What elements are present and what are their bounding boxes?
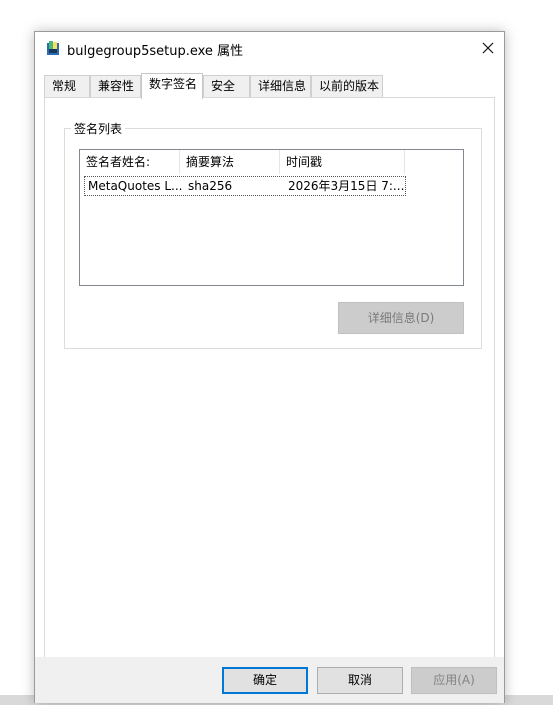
dialog-button-bar: 确定 取消 应用(A) (35, 657, 504, 703)
signature-list-group: 签名列表 签名者姓名: 摘要算法 时间戳 MetaQuotes L... sha… (64, 120, 482, 349)
column-header-timestamp[interactable]: 时间戳 (280, 150, 405, 174)
desktop-background-right (505, 0, 553, 705)
properties-dialog: bulgegroup5setup.exe 属性 常规 兼容性 数字签名 安全 详… (34, 31, 505, 703)
ok-button[interactable]: 确定 (222, 667, 308, 694)
close-icon (482, 42, 494, 54)
tab-general[interactable]: 常规 (44, 75, 90, 98)
close-button[interactable] (471, 32, 505, 64)
window-title: bulgegroup5setup.exe 属性 (67, 44, 244, 59)
tab-compatibility[interactable]: 兼容性 (90, 75, 141, 98)
tab-strip: 常规 兼容性 数字签名 安全 详细信息 以前的版本 (44, 73, 494, 99)
tab-panel-digital-signatures: 签名列表 签名者姓名: 摘要算法 时间戳 MetaQuotes L... sha… (44, 97, 495, 687)
title-bar[interactable]: bulgegroup5setup.exe 属性 (35, 32, 504, 64)
details-button[interactable]: 详细信息(D) (338, 302, 464, 334)
tab-digital-signatures[interactable]: 数字签名 (141, 73, 203, 99)
tab-previous-versions[interactable]: 以前的版本 (311, 75, 383, 98)
tab-security[interactable]: 安全 (203, 75, 250, 98)
setup-app-icon (47, 41, 59, 55)
timestamp-cell: 2026年3月15日 7:... (288, 179, 405, 193)
signature-list[interactable]: 签名者姓名: 摘要算法 时间戳 MetaQuotes L... sha256 2… (79, 149, 464, 286)
digest-algorithm-cell: sha256 (188, 179, 233, 193)
cancel-button[interactable]: 取消 (317, 667, 403, 694)
list-item[interactable]: MetaQuotes L... sha256 2026年3月15日 7:... (84, 176, 406, 196)
apply-button[interactable]: 应用(A) (411, 667, 497, 694)
signature-list-title: 签名列表 (71, 120, 126, 137)
signer-name-cell: MetaQuotes L... (88, 179, 182, 193)
column-header-digest[interactable]: 摘要算法 (180, 150, 280, 174)
tab-details[interactable]: 详细信息 (250, 75, 311, 98)
column-header-signer[interactable]: 签名者姓名: (80, 150, 180, 174)
desktop-background-left (0, 0, 34, 705)
